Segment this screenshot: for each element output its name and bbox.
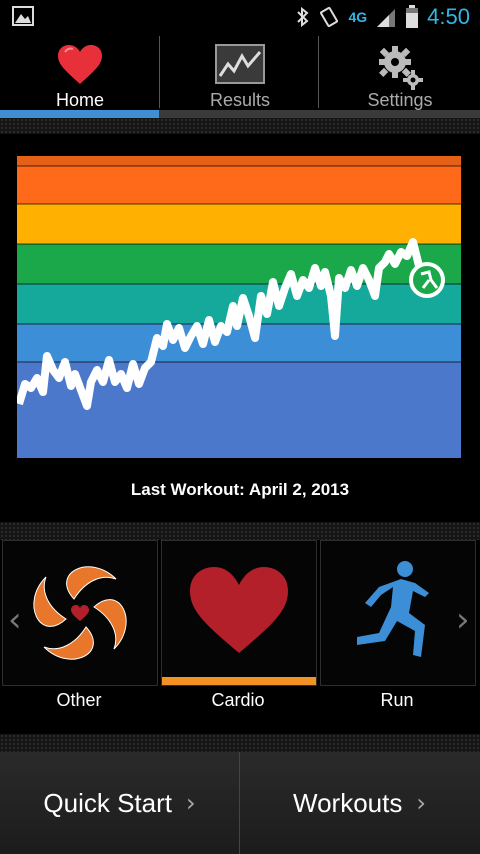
last-workout-label: Last Workout: April 2, 2013 — [130, 480, 350, 499]
status-bar: 4G 4:50 — [0, 0, 480, 36]
tab-home[interactable]: Home — [0, 36, 160, 110]
bluetooth-icon — [297, 6, 309, 28]
rotation-icon — [320, 6, 339, 28]
activity-card-cardio[interactable] — [161, 540, 317, 686]
zone-band-2 — [17, 204, 461, 244]
zone-band-1 — [17, 156, 461, 166]
tab-results-label: Results — [209, 90, 271, 110]
clock: 4:50 — [427, 4, 470, 29]
network-label: 4G — [348, 9, 368, 25]
tab-bar: Home Results Settings — [0, 36, 480, 110]
quick-start-label: Quick Start — [43, 787, 172, 818]
bottom-button-bar: Quick Start › Workouts › — [0, 752, 480, 854]
selected-indicator — [162, 677, 316, 685]
battery-icon — [406, 5, 419, 28]
activity-label-run: Run — [380, 690, 414, 710]
activity-card-other[interactable] — [2, 540, 158, 686]
runner-position-marker — [409, 262, 445, 298]
divider-band — [0, 118, 480, 134]
activity-label-cardio: Cardio — [211, 690, 265, 710]
chevron-right-icon[interactable]: › — [456, 600, 470, 640]
tab-settings-label: Settings — [367, 90, 433, 110]
zone-band-6 — [17, 362, 461, 458]
runner-icon — [357, 561, 429, 657]
chevron-right-icon: › — [416, 789, 426, 817]
tab-divider — [318, 36, 319, 108]
divider-band — [0, 734, 480, 752]
heart-rate-zone-chart[interactable] — [17, 156, 461, 458]
workouts-label: Workouts — [293, 787, 403, 818]
heart-icon — [190, 567, 288, 653]
zone-band-5 — [17, 324, 461, 362]
tab-settings[interactable]: Settings — [320, 36, 480, 110]
tab-indicator — [0, 110, 480, 118]
gear-icon — [379, 46, 423, 90]
activity-carousel[interactable]: ‹ Other Cardio › Run — [0, 540, 480, 734]
tab-home-label: Home — [55, 90, 104, 110]
chevron-right-icon: › — [185, 789, 196, 817]
tab-results[interactable]: Results — [160, 36, 320, 110]
other-activity-icon — [33, 566, 127, 660]
activity-card-run[interactable] — [320, 540, 476, 686]
workouts-button[interactable]: Workouts › — [240, 752, 479, 854]
quick-start-button[interactable]: Quick Start › — [0, 752, 239, 854]
divider-band — [0, 522, 480, 540]
image-icon — [12, 6, 34, 26]
chevron-left-icon[interactable]: ‹ — [8, 600, 22, 640]
heart-icon — [58, 45, 102, 84]
signal-icon — [377, 9, 396, 27]
zone-band-1 — [17, 166, 461, 204]
activity-label-other: Other — [56, 690, 102, 710]
chart-icon — [215, 44, 265, 84]
